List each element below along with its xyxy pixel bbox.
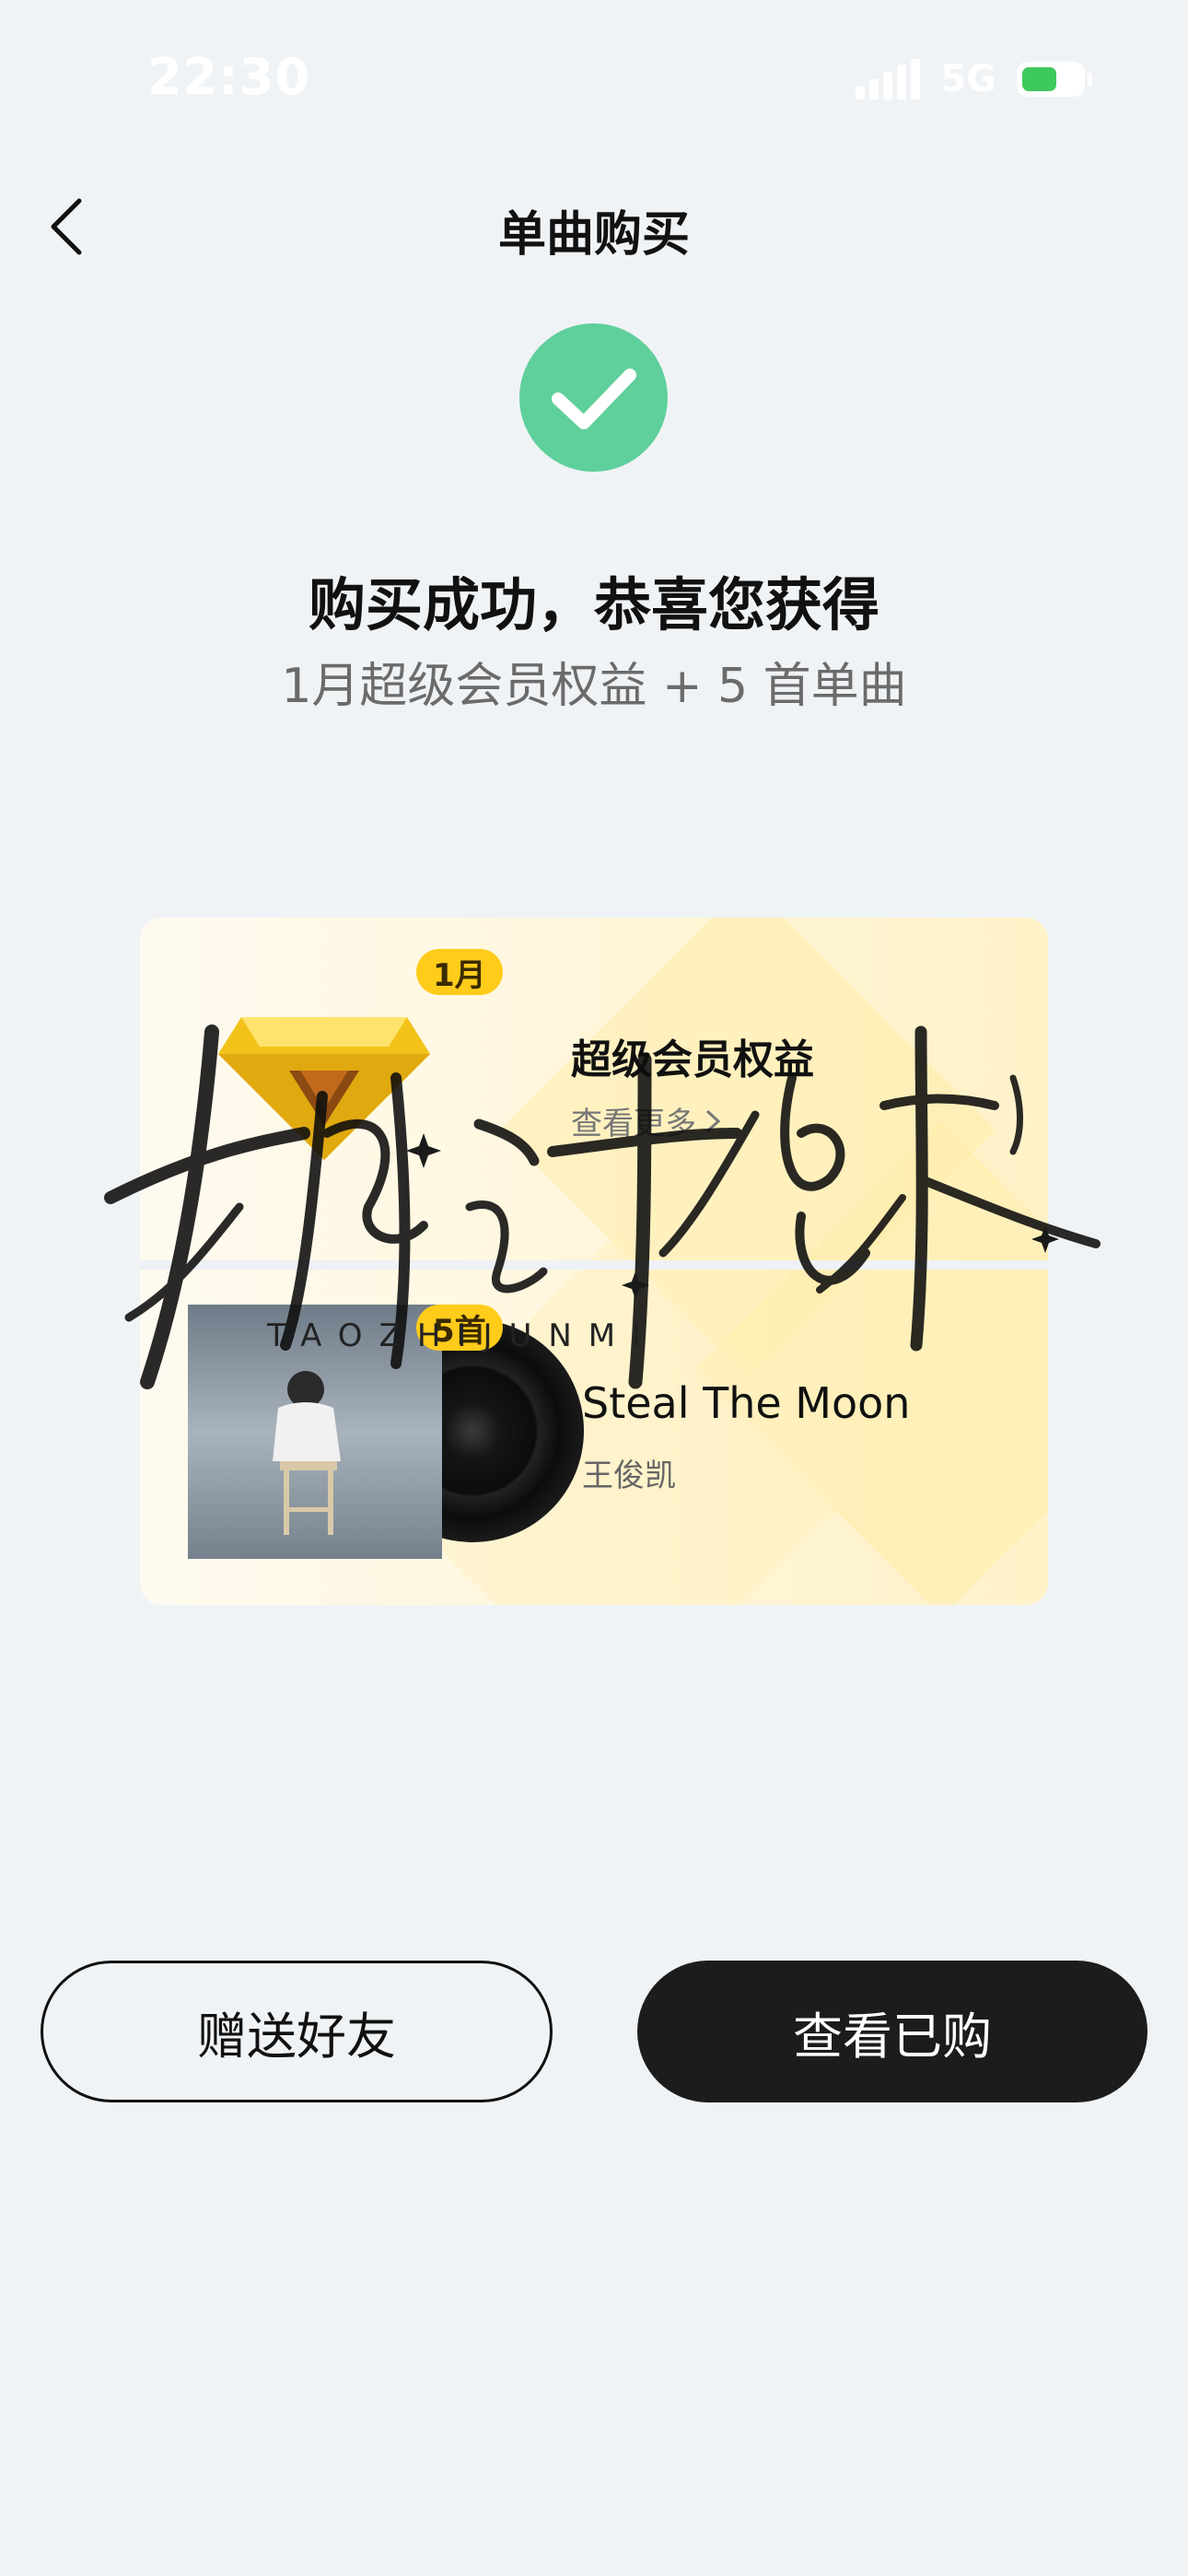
success-subtitle: 1月超级会员权益 + 5 首单曲 [281,659,907,714]
signal-icon [856,59,921,100]
song-artist: 王俊凯 [582,1458,676,1494]
status-time: 22:30 [147,48,310,106]
chevron-right-icon [705,1109,721,1132]
purchase-card: 1月 超级会员权益 查看更多 5首 Steal The Moon 王俊凯 [140,918,1048,1605]
view-purchased-button[interactable]: 查看已购 [637,1961,1147,2102]
status-indicators: 5G [856,55,1092,103]
vip-title: 超级会员权益 [571,1036,814,1083]
vip-badge: 1月 [416,949,503,995]
network-type: 5G [940,58,996,100]
gift-friend-button[interactable]: 赠送好友 [41,1961,553,2102]
page-title: 单曲购买 [497,207,690,263]
battery-icon [1017,62,1092,97]
diamond-icon [214,989,435,1165]
view-more-link[interactable]: 查看更多 [571,1098,724,1143]
success-title: 购买成功，恭喜您获得 [308,571,879,638]
check-circle-icon [519,323,668,472]
watermark-text: TAOZHIJUNMI [267,1317,658,1354]
song-title: Steal The Moon [582,1378,911,1428]
view-more-label: 查看更多 [571,1106,696,1142]
